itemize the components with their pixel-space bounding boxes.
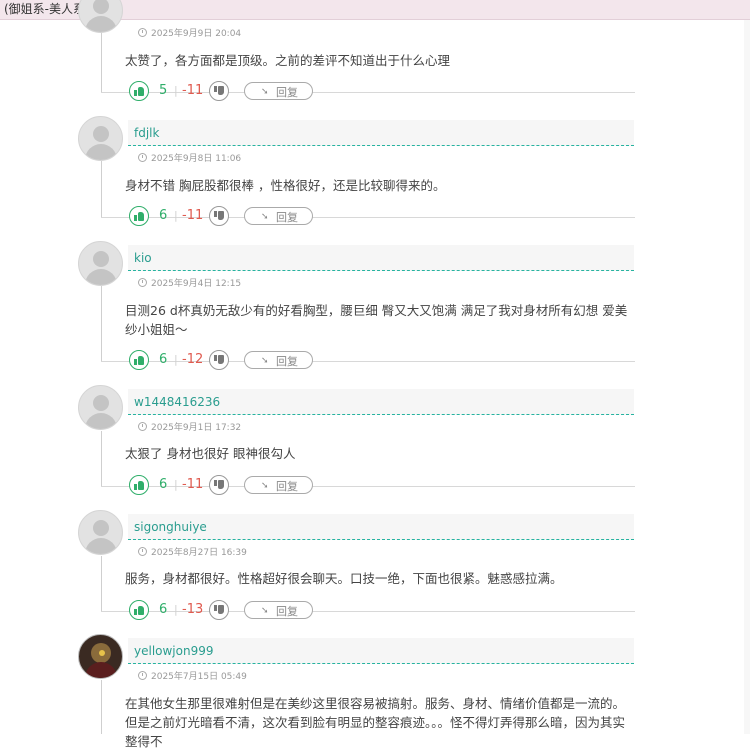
comment-actions: 6 | -13 ➘ 回复	[101, 600, 635, 622]
dislike-count: -12	[182, 352, 204, 367]
thread-line	[101, 680, 102, 734]
comment-actions: 5 | -11 ➘ 回复	[101, 81, 635, 103]
comment-text: 在其他女生那里很难射但是在美纱这里很容易被搞射。服务、身材、情绪价值都是一流的。…	[125, 696, 626, 749]
user-avatar[interactable]	[78, 510, 123, 555]
like-count: 6	[159, 477, 168, 492]
reply-button[interactable]: ➘ 回复	[244, 82, 313, 100]
comment-text: 目测26 d杯真奶无敌少有的好看胸型，腰巨细 臀又大又饱满 满足了我对身材所有幻…	[125, 303, 628, 337]
like-button[interactable]	[129, 206, 149, 226]
like-count: 5	[159, 83, 168, 98]
clock-icon	[138, 153, 147, 162]
comment-header: fdjlk	[128, 120, 634, 146]
like-count: 6	[159, 602, 168, 617]
clock-icon	[138, 278, 147, 287]
reply-arrow-icon: ➘	[261, 87, 269, 97]
comment-text: 太狠了 身材也很好 眼神很勾人	[125, 446, 296, 461]
reply-arrow-icon: ➘	[261, 212, 269, 222]
dislike-button[interactable]	[209, 350, 229, 370]
dislike-count: -11	[182, 208, 204, 223]
comment-date: 2025年9月9日 20:04	[138, 26, 241, 39]
breadcrumb-category[interactable]: (御姐系-美人系)	[4, 2, 90, 16]
dislike-count: -11	[182, 83, 204, 98]
user-avatar[interactable]	[78, 241, 123, 286]
comment-actions: 6 | -12 ➘ 回复	[101, 350, 635, 372]
comment-date: 2025年9月4日 12:15	[138, 276, 241, 289]
comment-text: 太赞了，各方面都是顶级。之前的差评不知道出于什么心理	[125, 53, 451, 68]
reply-arrow-icon: ➘	[261, 356, 269, 366]
count-separator: |	[174, 353, 178, 366]
dislike-button[interactable]	[209, 81, 229, 101]
comment-header: yellowjon999	[128, 638, 634, 664]
comment-actions: 6 | -11 ➘ 回复	[101, 206, 635, 228]
dislike-button[interactable]	[209, 475, 229, 495]
username-link[interactable]: w1448416236	[134, 395, 220, 409]
thread-line	[101, 161, 102, 217]
reply-button[interactable]: ➘ 回复	[244, 207, 313, 225]
user-avatar[interactable]	[78, 634, 123, 679]
like-count: 6	[159, 352, 168, 367]
dislike-count: -13	[182, 602, 204, 617]
dislike-button[interactable]	[209, 600, 229, 620]
count-separator: |	[174, 478, 178, 491]
reply-button[interactable]: ➘ 回复	[244, 476, 313, 494]
scrollbar-track[interactable]	[744, 20, 750, 734]
clock-icon	[138, 28, 147, 37]
like-button[interactable]	[129, 350, 149, 370]
clock-icon	[138, 547, 147, 556]
like-button[interactable]	[129, 81, 149, 101]
username-link[interactable]: fdjlk	[134, 126, 159, 140]
comment-text: 服务，身材都很好。性格超好很会聊天。口技一绝，下面也很紧。魅惑感拉满。	[125, 571, 563, 586]
comment-header: sigonghuiye	[128, 514, 634, 540]
comment-date: 2025年8月27日 16:39	[138, 545, 247, 558]
clock-icon	[138, 671, 147, 680]
dislike-button[interactable]	[209, 206, 229, 226]
username-link[interactable]: sigonghuiye	[134, 520, 207, 534]
dislike-count: -11	[182, 477, 204, 492]
username-link[interactable]: yellowjon999	[134, 644, 214, 658]
reply-button[interactable]: ➘ 回复	[244, 351, 313, 369]
user-avatar[interactable]	[78, 116, 123, 161]
comment-header: kio	[128, 245, 634, 271]
comment-date: 2025年9月1日 17:32	[138, 420, 241, 433]
clock-icon	[138, 422, 147, 431]
like-button[interactable]	[129, 600, 149, 620]
user-avatar[interactable]	[78, 0, 123, 33]
count-separator: |	[174, 84, 178, 97]
count-separator: |	[174, 603, 178, 616]
like-button[interactable]	[129, 475, 149, 495]
user-avatar[interactable]	[78, 385, 123, 430]
count-separator: |	[174, 209, 178, 222]
comment-text: 身材不错 胸屁股都很棒 ，性格很好，还是比较聊得来的。	[125, 178, 446, 193]
comment-date: 2025年7月15日 05:49	[138, 669, 247, 682]
thread-line	[101, 431, 102, 486]
reply-button[interactable]: ➘ 回复	[244, 601, 313, 619]
reply-arrow-icon: ➘	[261, 606, 269, 616]
username-link[interactable]: kio	[134, 251, 152, 265]
like-count: 6	[159, 208, 168, 223]
thread-line	[101, 286, 102, 362]
thread-line	[101, 556, 102, 611]
comment-date: 2025年9月8日 11:06	[138, 151, 241, 164]
reply-arrow-icon: ➘	[261, 481, 269, 491]
comment-actions: 6 | -11 ➘ 回复	[101, 475, 635, 497]
comment-header: w1448416236	[128, 389, 634, 415]
